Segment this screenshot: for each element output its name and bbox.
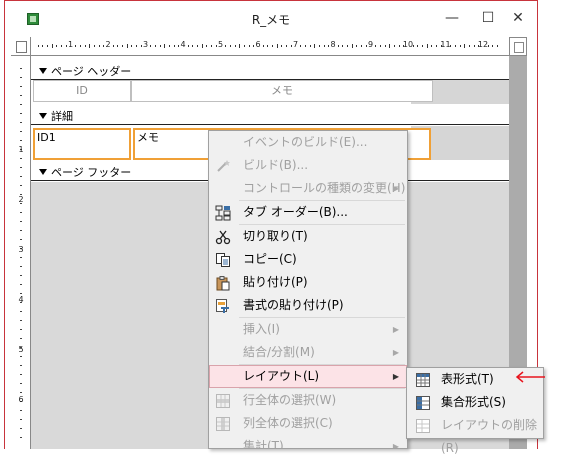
- menu-item-0[interactable]: イベントのビルド(E)...: [209, 131, 407, 154]
- minimize-button[interactable]: —: [439, 7, 465, 29]
- context-menu: イベントのビルド(E)... ビルド(B)... コントロールの種類の変更(H) ▶ タ…: [208, 130, 408, 449]
- menu-item-label: コピー(C): [243, 252, 297, 266]
- menu-item-label: 挿入(I): [243, 322, 280, 336]
- ruler-mark: 1: [67, 40, 74, 49]
- ruler-mark: 3: [18, 245, 24, 254]
- ruler-mark: 4: [18, 295, 24, 304]
- select-row-icon: [215, 393, 231, 409]
- detail-section-bar[interactable]: 詳細: [31, 106, 509, 125]
- section-arrow-icon: [39, 68, 47, 74]
- remove-layout-icon: [415, 418, 431, 434]
- menu-item-label: 貼り付け(P): [243, 275, 308, 289]
- vertical-ruler[interactable]: 1 2 3 4 5 6: [11, 56, 31, 449]
- menu-item-label: 書式の貼り付け(P): [243, 298, 344, 312]
- header-label-id[interactable]: ID: [33, 80, 131, 102]
- menu-item-label: コントロールの種類の変更(H): [243, 181, 406, 195]
- submenu-item-label: 集合形式(S): [441, 395, 506, 409]
- ruler-mark: 9: [367, 40, 374, 49]
- paste-icon: [215, 275, 231, 291]
- menu-item-label: ビルド(B)...: [243, 158, 309, 172]
- format-painter-icon: [215, 298, 231, 314]
- menu-item-1[interactable]: ビルド(B)...: [209, 154, 407, 177]
- menu-item-11[interactable]: 行全体の選択(W): [209, 389, 407, 412]
- menu-item-12[interactable]: 列全体の選択(C): [209, 412, 407, 435]
- submenu-arrow-icon: ▶: [392, 348, 399, 357]
- ruler-mark: 6: [255, 40, 261, 49]
- ruler-mark: 8: [330, 40, 336, 49]
- menu-item-label: 列全体の選択(C): [243, 416, 333, 430]
- ruler-corner-button[interactable]: [509, 37, 527, 56]
- menu-item-label: 集計(T): [243, 439, 284, 449]
- section-arrow-icon: [39, 169, 47, 175]
- ruler-mark: 10: [402, 40, 414, 49]
- submenu-item-1[interactable]: 集合形式(S): [407, 391, 543, 414]
- page-footer-label: ページ フッター: [51, 166, 132, 179]
- ruler-mark: 5: [18, 345, 24, 354]
- menu-item-label: タブ オーダー(B)...: [243, 205, 348, 219]
- header-label-memo[interactable]: メモ: [131, 80, 433, 102]
- tab-order-icon: [215, 205, 231, 221]
- annotation-arrow-icon: [515, 371, 545, 383]
- stacked-layout-icon: [415, 395, 431, 411]
- menu-item-6[interactable]: 貼り付け(P): [209, 271, 407, 294]
- menu-item-4[interactable]: 切り取り(T): [209, 225, 407, 248]
- page-header-label: ページ ヘッダー: [51, 65, 132, 78]
- menu-item-8[interactable]: 挿入(I) ▶: [209, 318, 407, 341]
- copy-icon: [215, 252, 231, 268]
- menu-item-7[interactable]: 書式の貼り付け(P): [209, 294, 407, 317]
- submenu-item-label: レイアウトの削除(R): [441, 418, 538, 455]
- ruler-mark: 12: [477, 40, 489, 49]
- submenu-item-label: 表形式(T): [441, 372, 494, 386]
- menu-item-9[interactable]: 結合/分割(M) ▶: [209, 341, 407, 364]
- build-wand-icon: [215, 158, 231, 174]
- ruler-mark: 2: [105, 40, 111, 49]
- submenu-arrow-icon: ▶: [392, 372, 399, 381]
- ruler-mark: 4: [180, 40, 186, 49]
- submenu-arrow-icon: ▶: [392, 442, 399, 449]
- menu-item-5[interactable]: コピー(C): [209, 248, 407, 271]
- ruler-mark: 1: [18, 145, 24, 154]
- ruler-mark: 7: [292, 40, 299, 49]
- ruler-mark: 6: [18, 395, 24, 404]
- page-header-section-bar[interactable]: ページ ヘッダー: [31, 61, 509, 80]
- maximize-button[interactable]: ☐: [475, 7, 501, 29]
- tabular-layout-icon: [415, 372, 431, 388]
- horizontal-ruler[interactable]: 1 2 3 4 5 6 7 8 9 10 11 12: [31, 37, 509, 56]
- select-column-icon: [215, 416, 231, 432]
- ruler-mark: 3: [142, 40, 149, 49]
- menu-item-10[interactable]: レイアウト(L) ▶: [209, 365, 407, 388]
- report-selector[interactable]: [11, 37, 31, 56]
- submenu-item-2[interactable]: レイアウトの削除(R): [407, 414, 543, 455]
- scissors-icon: [215, 229, 231, 245]
- menu-item-label: 切り取り(T): [243, 229, 308, 243]
- menu-item-label: 行全体の選択(W): [243, 393, 337, 407]
- menu-item-label: レイアウト(L): [243, 369, 320, 383]
- submenu-arrow-icon: ▶: [392, 184, 399, 193]
- ruler-mark: 11: [440, 40, 451, 49]
- submenu-arrow-icon: ▶: [392, 325, 399, 334]
- title-bar[interactable]: R_メモ — ☐ ✕: [5, 1, 537, 37]
- menu-item-label: イベントのビルド(E)...: [243, 135, 368, 149]
- ruler-mark: 5: [217, 40, 224, 49]
- menu-item-label: 結合/分割(M): [243, 345, 315, 359]
- detail-label: 詳細: [51, 110, 73, 123]
- menu-item-3[interactable]: タブ オーダー(B)...: [209, 201, 407, 224]
- detail-control-id[interactable]: ID1: [33, 128, 131, 160]
- ruler-mark: 2: [18, 195, 24, 204]
- menu-item-13[interactable]: 集計(T) ▶: [209, 435, 407, 449]
- section-arrow-icon: [39, 113, 47, 119]
- close-button[interactable]: ✕: [505, 7, 531, 29]
- menu-item-2[interactable]: コントロールの種類の変更(H) ▶: [209, 177, 407, 200]
